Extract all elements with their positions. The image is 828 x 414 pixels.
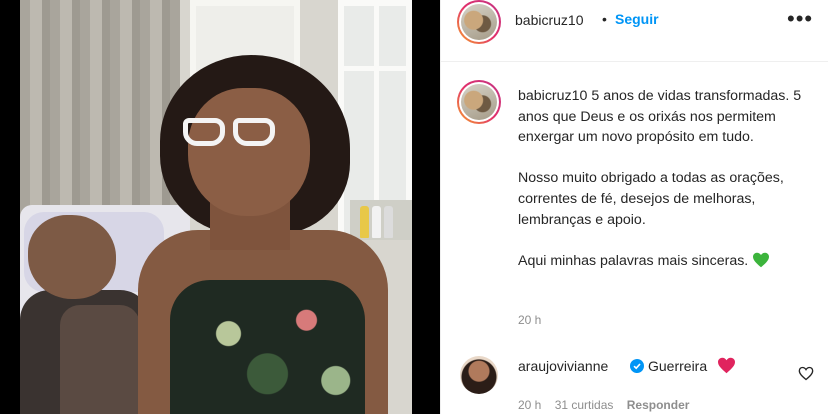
caption-paragraph-2: Nosso muito obrigado a todas as orações,…: [518, 170, 784, 228]
verified-badge-icon: [630, 359, 644, 373]
bottle: [372, 206, 381, 238]
shirt-print: [60, 305, 140, 414]
avatar[interactable]: [461, 4, 497, 40]
post-media[interactable]: [0, 0, 440, 414]
woman-face: [188, 88, 310, 216]
post-caption: babicruz10 5 anos de vidas transformadas…: [518, 86, 808, 271]
caption-text-3: Aqui minhas palavras mais sinceras.: [518, 252, 749, 269]
follow-button[interactable]: Seguir: [615, 11, 659, 27]
caption-story-ring[interactable]: [457, 80, 501, 124]
comment-timestamp: 20 h: [518, 398, 542, 412]
post-header: babicruz10 • Seguir •••: [441, 0, 828, 62]
curtain: [20, 0, 180, 230]
post-side-panel: babicruz10 • Seguir ••• babicruz10 5 ano…: [440, 0, 828, 414]
green-heart-icon: [753, 252, 770, 268]
caption-paragraph-1: babicruz10 5 anos de vidas transformadas…: [518, 86, 808, 148]
patient-head: [28, 215, 116, 299]
comment-likes[interactable]: 31 curtidas: [555, 398, 614, 412]
reply-button[interactable]: Responder: [627, 398, 690, 412]
glasses-left-lens: [183, 118, 225, 146]
dress: [170, 280, 365, 414]
comment-text: Guerreira: [648, 358, 708, 374]
comment-meta: 20 h 31 curtidas Responder: [518, 398, 699, 412]
caption-paragraph-3: Aqui minhas palavras mais sinceras.: [518, 251, 808, 272]
commenter-username[interactable]: araujovivianne: [518, 358, 608, 374]
red-heart-icon: [718, 357, 735, 374]
author-username[interactable]: babicruz10: [515, 12, 584, 28]
caption-avatar[interactable]: [461, 84, 497, 120]
story-ring[interactable]: [457, 0, 501, 44]
glasses-right-lens: [233, 118, 275, 146]
caption-timestamp: 20 h: [518, 313, 542, 327]
heart-outline-icon[interactable]: [798, 366, 814, 381]
post-photo: [20, 0, 412, 414]
bottle: [384, 206, 393, 238]
separator-dot: •: [602, 11, 607, 27]
caption-username[interactable]: babicruz10: [518, 88, 587, 104]
bottle: [360, 206, 369, 238]
commenter-avatar[interactable]: [460, 356, 498, 394]
more-options-icon[interactable]: •••: [787, 6, 813, 32]
